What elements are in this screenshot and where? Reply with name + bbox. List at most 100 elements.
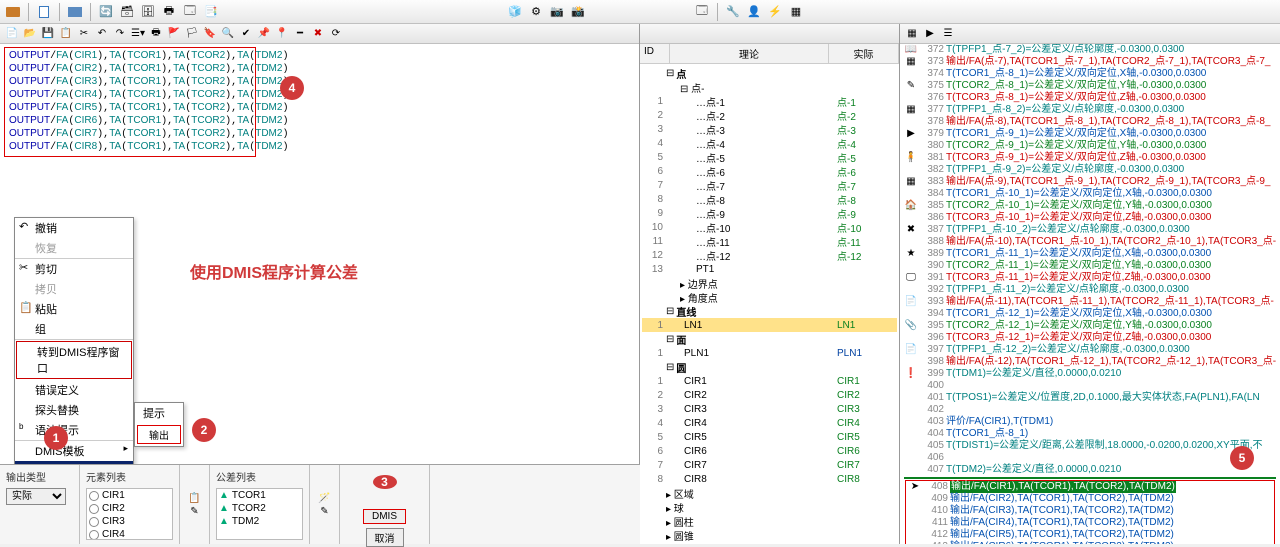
r-list-icon[interactable]: ☰ [940, 26, 956, 42]
cube-icon[interactable]: 🧊 [506, 3, 524, 21]
tree-point[interactable]: 10…点-10点-10 [642, 220, 897, 234]
redo-icon[interactable]: ↷ [112, 26, 128, 42]
tree-point[interactable]: 4…点-4点-4 [642, 136, 897, 150]
user-icon[interactable]: 👤 [745, 3, 763, 21]
tree-circle[interactable]: 2CIR2CIR2 [642, 388, 897, 402]
tree-point[interactable]: 7…点-7点-7 [642, 178, 897, 192]
elem-row[interactable]: CIR4 [87, 528, 172, 540]
elem-row[interactable]: CIR2 [87, 502, 172, 515]
cam-icon[interactable]: 📷 [548, 3, 566, 21]
file-blue-icon[interactable] [35, 3, 53, 21]
tree-point[interactable]: 3…点-3点-3 [642, 122, 897, 136]
flag-icon[interactable]: 🚩 [166, 26, 182, 42]
open-icon[interactable]: 📂 [22, 26, 38, 42]
ctx-dmis-template[interactable]: DMIS模板 [15, 441, 133, 461]
pin2-icon[interactable]: 📍 [274, 26, 290, 42]
ctx-probe-replace[interactable]: 探头替换 [15, 400, 133, 420]
btn-dmis[interactable]: DMIS [363, 509, 406, 524]
flag2-icon[interactable]: 🏳 [184, 26, 200, 42]
right-code-listing[interactable]: 📖372T(TPFP1_点-7_2)=公差定义/点轮廓度,-0.0300,0.0… [900, 44, 1280, 544]
transfer-right-icon[interactable]: 📋 [188, 493, 200, 504]
db2-icon[interactable]: 🗄 [139, 3, 157, 21]
context-submenu[interactable]: 提示 输出 [134, 402, 184, 447]
table-icon[interactable] [66, 3, 84, 21]
tree-point[interactable]: 8…点-8点-8 [642, 192, 897, 206]
ctx-undo[interactable]: ↶撤销 [15, 218, 133, 238]
tree-circle[interactable]: 6CIR6CIR6 [642, 444, 897, 458]
tree-circle[interactable]: 7CIR7CIR7 [642, 458, 897, 472]
window-icon[interactable]: 🗔 [181, 3, 199, 21]
ctx-error-def[interactable]: 错误定义 [15, 380, 133, 400]
x-red-icon[interactable]: ✖ [310, 26, 326, 42]
tol-row[interactable]: ▲TCOR2 [217, 502, 302, 515]
sub-tip[interactable]: 提示 [135, 403, 183, 423]
tree-circle[interactable]: 3CIR3CIR3 [642, 402, 897, 416]
bolt-icon[interactable]: ⚡ [766, 3, 784, 21]
tree-circle[interactable]: 4CIR4CIR4 [642, 416, 897, 430]
cut-icon[interactable]: ✂ [76, 26, 92, 42]
tree-ln1[interactable]: 1LN1LN1 [642, 318, 897, 332]
window2-icon[interactable]: 🗔 [693, 3, 711, 21]
bp-element-list[interactable]: CIR1CIR2CIR3CIR4CIR5CIR6 [86, 488, 173, 540]
tree-section[interactable]: ▸ 圆柱 [642, 514, 897, 528]
tol-row[interactable]: ▲TCOR1 [217, 489, 302, 502]
r-run-icon[interactable]: ▶ [922, 26, 938, 42]
tree-circle[interactable]: 1CIR1CIR1 [642, 374, 897, 388]
r-compile-icon[interactable]: ▦ [904, 26, 920, 42]
ctx-goto-dmis[interactable]: 转到DMIS程序窗口 [16, 341, 132, 379]
edit2-icon[interactable]: ✎ [320, 506, 328, 517]
feature-tree[interactable]: ⊟ 点⊟ 点-1…点-1点-12…点-2点-23…点-3点-34…点-4点-45… [640, 64, 899, 544]
grid-icon[interactable]: ▦ [787, 3, 805, 21]
elem-row[interactable]: CIR1 [87, 489, 172, 502]
tree-section[interactable]: ▸ 球 [642, 500, 897, 514]
ctx-group[interactable]: 组 [15, 319, 133, 339]
tree-point[interactable]: 2…点-2点-2 [642, 108, 897, 122]
tol-row[interactable]: ▲TDM2 [217, 515, 302, 528]
file-open-icon[interactable] [4, 3, 22, 21]
new-icon[interactable]: 📄 [4, 26, 20, 42]
cam2-icon[interactable]: 📸 [569, 3, 587, 21]
undo-icon[interactable]: ↶ [94, 26, 110, 42]
tree-section[interactable]: ▸ 圆锥 [642, 528, 897, 542]
pin-icon[interactable]: 📌 [256, 26, 272, 42]
sub-output[interactable]: 输出 [137, 425, 181, 444]
bp-tol-list[interactable]: ▲TCOR1▲TCOR2▲TDM2 [216, 488, 303, 540]
tree-section[interactable]: ▸ 区域 [642, 486, 897, 500]
tree-point[interactable]: 12…点-12点-12 [642, 248, 897, 262]
print2-icon[interactable]: 🖶 [148, 26, 164, 42]
save-icon[interactable]: 💾 [40, 26, 56, 42]
ctx-redo[interactable]: 恢复 [15, 238, 133, 258]
minus-icon[interactable]: ━ [292, 26, 308, 42]
transfer-edit-icon[interactable]: ✎ [190, 506, 198, 517]
wrench-icon[interactable]: 🔧 [724, 3, 742, 21]
refresh-icon[interactable]: 🔄 [97, 3, 115, 21]
tree-point[interactable]: 13PT1 [642, 262, 897, 276]
ctx-syntax-tip[interactable]: b语法提示 [15, 420, 133, 440]
find-icon[interactable]: 🔍 [220, 26, 236, 42]
btn-cancel[interactable]: 取消 [366, 528, 404, 547]
print-icon[interactable]: 🖶 [160, 3, 178, 21]
ctx-paste[interactable]: 📋粘贴 [15, 299, 133, 319]
context-menu[interactable]: ↶撤销 恢复 ✂剪切 拷贝 📋粘贴 组 转到DMIS程序窗口 错误定义 探头替换… [14, 217, 134, 482]
tree-point[interactable]: 9…点-9点-9 [642, 206, 897, 220]
list-icon[interactable]: ☰▾ [130, 26, 146, 42]
ctx-copy[interactable]: 拷贝 [15, 279, 133, 299]
tree-point[interactable]: 11…点-11点-11 [642, 234, 897, 248]
tree-point[interactable]: 1…点-1点-1 [642, 94, 897, 108]
tree-point[interactable]: 6…点-6点-6 [642, 164, 897, 178]
db-icon[interactable]: 🗃 [118, 3, 136, 21]
layers-icon[interactable]: 📑 [202, 3, 220, 21]
elem-row[interactable]: CIR3 [87, 515, 172, 528]
bookmark-icon[interactable]: 🔖 [202, 26, 218, 42]
ctx-cut[interactable]: ✂剪切 [15, 259, 133, 279]
check-icon[interactable]: ✔ [238, 26, 254, 42]
mid-toolbar [640, 24, 899, 44]
sync-icon[interactable]: ⟳ [328, 26, 344, 42]
tree-circle[interactable]: 5CIR5CIR5 [642, 430, 897, 444]
gear-icon[interactable]: ⚙ [527, 3, 545, 21]
copy-icon[interactable]: 📋 [58, 26, 74, 42]
wand-icon[interactable]: 🪄 [318, 493, 330, 504]
tree-circle[interactable]: 8CIR8CIR8 [642, 472, 897, 486]
bp-output-type-select[interactable]: 实际 [6, 488, 66, 505]
tree-point[interactable]: 5…点-5点-5 [642, 150, 897, 164]
